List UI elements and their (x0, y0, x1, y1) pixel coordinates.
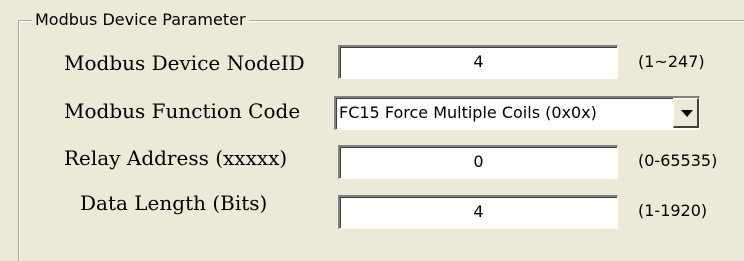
data-length-label: Data Length (Bits) (80, 191, 268, 215)
data-length-range: (1-1920) (638, 201, 708, 220)
node-id-label: Modbus Device NodeID (64, 51, 305, 75)
function-code-selected-value: FC15 Force Multiple Coils (0x0x) (339, 103, 597, 122)
function-code-select[interactable]: FC15 Force Multiple Coils (0x0x) (334, 96, 700, 130)
relay-address-input[interactable]: 0 (338, 145, 618, 179)
dropdown-button[interactable] (673, 98, 699, 128)
data-length-input[interactable]: 4 (338, 195, 618, 229)
relay-address-label: Relay Address (xxxxx) (64, 146, 288, 170)
node-id-range: (1~247) (638, 52, 705, 71)
groupbox-title: Modbus Device Parameter (32, 8, 249, 32)
chevron-down-icon (681, 110, 693, 117)
node-id-input[interactable]: 4 (338, 45, 618, 79)
relay-address-range: (0-65535) (638, 151, 718, 170)
function-code-label: Modbus Function Code (64, 99, 301, 123)
